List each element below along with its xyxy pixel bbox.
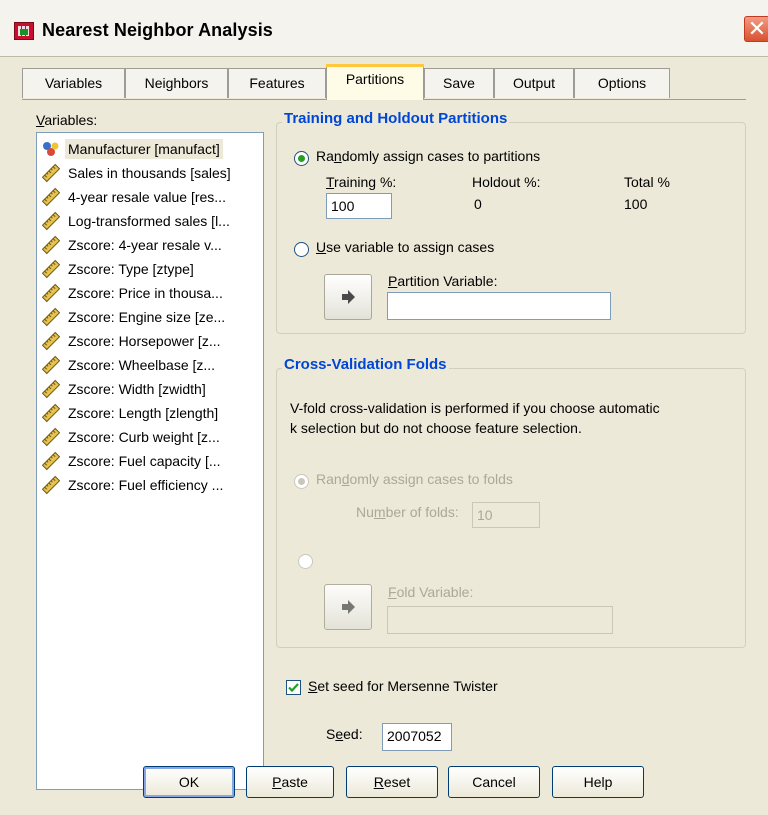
list-item[interactable]: Manufacturer [manufact]	[37, 137, 261, 161]
list-item[interactable]: Log-transformed sales [l...	[37, 209, 261, 233]
variables-label: Variables:	[36, 112, 98, 128]
variable-label: Zscore: Width [zwidth]	[68, 381, 206, 397]
scale-icon	[41, 475, 61, 495]
arrow-right-icon	[342, 290, 355, 304]
fold-variable-field[interactable]	[387, 606, 613, 634]
list-item[interactable]: Sales in thousands [sales]	[37, 161, 261, 185]
crossval-group-title: Cross-Validation Folds	[282, 356, 449, 373]
training-pct-input[interactable]: 100	[326, 193, 392, 219]
tab-neighbors[interactable]: Neighbors	[125, 68, 228, 98]
move-fold-variable-button[interactable]	[324, 584, 372, 630]
variable-label: Manufacturer [manufact]	[65, 139, 223, 159]
scale-icon	[41, 379, 61, 399]
cancel-button[interactable]: Cancel	[448, 766, 540, 798]
use-variable-radio[interactable]	[294, 242, 309, 257]
variable-label: Zscore: Engine size [ze...	[68, 309, 226, 325]
number-of-folds-label: Number of folds:	[356, 504, 459, 520]
random-folds-radio[interactable]	[294, 474, 309, 489]
variable-label: Zscore: Wheelbase [z...	[68, 357, 216, 373]
tab-features[interactable]: Features	[228, 68, 326, 98]
tab-partitions[interactable]: Partitions	[326, 64, 424, 100]
variable-label: Log-transformed sales [l...	[68, 213, 230, 229]
tab-strip: Variables Neighbors Features Partitions …	[22, 64, 722, 100]
scale-icon	[41, 163, 61, 183]
set-seed-label: Set seed for Mersenne Twister	[308, 678, 498, 694]
use-fold-variable-radio[interactable]	[298, 554, 313, 569]
list-item[interactable]: Zscore: Horsepower [z...	[37, 329, 261, 353]
holdout-pct-label: Holdout %:	[472, 174, 541, 190]
variable-label: Zscore: Curb weight [z...	[68, 429, 220, 445]
scale-icon	[41, 211, 61, 231]
scale-icon	[41, 187, 61, 207]
checkmark-icon	[288, 683, 299, 693]
list-item[interactable]: Zscore: Price in thousa...	[37, 281, 261, 305]
variable-label: Zscore: Fuel capacity [...	[68, 453, 221, 469]
tab-output[interactable]: Output	[494, 68, 574, 98]
variable-list[interactable]: Manufacturer [manufact] Sales in thousand…	[36, 132, 264, 790]
scale-icon	[41, 427, 61, 447]
close-icon[interactable]: ✕	[744, 16, 768, 42]
holdout-pct-value: 0	[474, 196, 482, 212]
partitions-group-title: Training and Holdout Partitions	[282, 110, 510, 127]
crossval-description-line1: V-fold cross-validation is performed if …	[290, 400, 660, 416]
tab-options[interactable]: Options	[574, 68, 670, 98]
scale-icon	[41, 307, 61, 327]
arrow-right-icon	[342, 600, 355, 614]
scale-icon	[41, 355, 61, 375]
window-title: Nearest Neighbor Analysis	[42, 20, 273, 40]
help-button[interactable]: Help	[552, 766, 644, 798]
variable-label: Zscore: Horsepower [z...	[68, 333, 221, 349]
random-partitions-label: Randomly assign cases to partitions	[316, 148, 541, 164]
crossval-description-line2: k selection but do not choose feature se…	[290, 420, 582, 436]
total-pct-label: Total %	[624, 174, 670, 190]
seed-input[interactable]: 2007052	[382, 723, 452, 751]
variable-label: Zscore: Price in thousa...	[68, 285, 223, 301]
list-item[interactable]: Zscore: Curb weight [z...	[37, 425, 261, 449]
variable-label: Zscore: Fuel efficiency ...	[68, 477, 224, 493]
variable-label: Sales in thousands [sales]	[68, 165, 231, 181]
list-item[interactable]: Zscore: Type [ztype]	[37, 257, 261, 281]
list-item[interactable]: 4-year resale value [res...	[37, 185, 261, 209]
list-item[interactable]: Zscore: Engine size [ze...	[37, 305, 261, 329]
total-pct-value: 100	[624, 196, 648, 212]
list-item[interactable]: Zscore: Wheelbase [z...	[37, 353, 261, 377]
title-bar: Nearest Neighbor Analysis ✕	[0, 0, 768, 57]
variable-label: Zscore: Type [ztype]	[68, 261, 194, 277]
training-pct-label: Training %:	[326, 174, 397, 190]
variable-label: 4-year resale value [res...	[68, 189, 226, 205]
app-icon	[14, 22, 34, 40]
scale-icon	[41, 331, 61, 351]
list-item[interactable]: Zscore: 4-year resale v...	[37, 233, 261, 257]
nominal-icon	[41, 139, 61, 159]
set-seed-checkbox[interactable]	[286, 680, 301, 695]
number-of-folds-input[interactable]: 10	[472, 502, 540, 528]
random-partitions-radio[interactable]	[294, 151, 309, 166]
move-partition-variable-button[interactable]	[324, 274, 372, 320]
ok-button[interactable]: OK	[143, 766, 235, 798]
tab-variables[interactable]: Variables	[22, 68, 125, 98]
scale-icon	[41, 451, 61, 471]
list-item[interactable]: Zscore: Length [zlength]	[37, 401, 261, 425]
seed-label: Seed:	[326, 726, 363, 742]
fold-variable-label: Fold Variable:	[388, 584, 474, 600]
use-variable-label: Use variable to assign cases	[316, 239, 495, 255]
paste-button[interactable]: Paste	[246, 766, 334, 798]
partition-variable-field[interactable]	[387, 292, 611, 320]
scale-icon	[41, 259, 61, 279]
reset-button[interactable]: Reset	[346, 766, 438, 798]
list-item[interactable]: Zscore: Width [zwidth]	[37, 377, 261, 401]
tab-save[interactable]: Save	[424, 68, 494, 98]
list-item[interactable]: Zscore: Fuel capacity [...	[37, 449, 261, 473]
variable-label: Zscore: Length [zlength]	[68, 405, 219, 421]
random-folds-label: Randomly assign cases to folds	[316, 471, 513, 487]
variable-label: Zscore: 4-year resale v...	[68, 237, 222, 253]
scale-icon	[41, 403, 61, 423]
list-item[interactable]: Zscore: Fuel efficiency ...	[37, 473, 261, 497]
scale-icon	[41, 283, 61, 303]
partition-variable-label: Partition Variable:	[388, 273, 498, 289]
scale-icon	[41, 235, 61, 255]
